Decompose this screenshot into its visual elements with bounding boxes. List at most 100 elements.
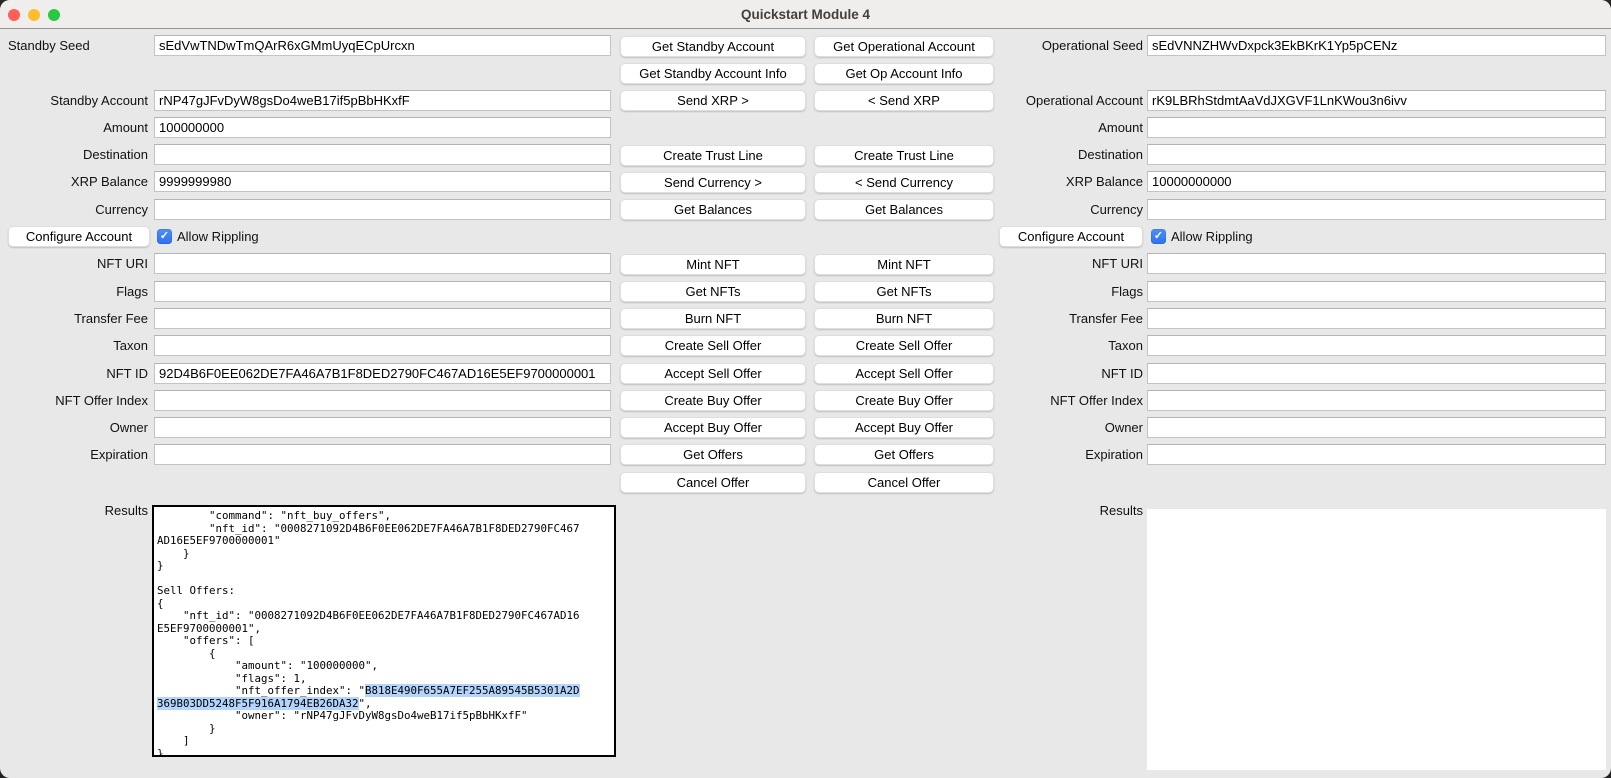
standby-destination-label: Destination: [0, 144, 148, 165]
operational-nft-uri-input[interactable]: [1147, 253, 1606, 274]
get-offers-standby-button[interactable]: Get Offers: [620, 444, 806, 465]
allow-rippling-standby-checkbox[interactable]: ✓: [157, 229, 172, 244]
operational-nft-id-input[interactable]: [1147, 363, 1606, 384]
operational-results-label: Results: [993, 500, 1143, 521]
cancel-offer-standby-button[interactable]: Cancel Offer: [620, 472, 806, 493]
operational-account-label: Operational Account: [993, 90, 1143, 111]
create-buy-offer-standby-button[interactable]: Create Buy Offer: [620, 390, 806, 411]
operational-amount-input[interactable]: [1147, 117, 1606, 138]
standby-expiration-input[interactable]: [154, 444, 611, 465]
get-offers-operational-button[interactable]: Get Offers: [814, 444, 994, 465]
checkmark-icon: ✓: [157, 229, 172, 244]
accept-sell-offer-standby-button[interactable]: Accept Sell Offer: [620, 363, 806, 384]
cancel-offer-operational-button[interactable]: Cancel Offer: [814, 472, 994, 493]
standby-destination-input[interactable]: [154, 144, 611, 165]
standby-amount-input[interactable]: [154, 117, 611, 138]
get-operational-account-button[interactable]: Get Operational Account: [814, 36, 994, 57]
accept-buy-offer-operational-button[interactable]: Accept Buy Offer: [814, 417, 994, 438]
standby-owner-input[interactable]: [154, 417, 611, 438]
operational-xrp-balance-label: XRP Balance: [993, 171, 1143, 192]
standby-expiration-label: Expiration: [0, 444, 148, 465]
operational-destination-input[interactable]: [1147, 144, 1606, 165]
mint-nft-standby-button[interactable]: Mint NFT: [620, 254, 806, 275]
standby-nft-offer-index-input[interactable]: [154, 390, 611, 411]
operational-taxon-input[interactable]: [1147, 335, 1606, 356]
allow-rippling-standby-label: Allow Rippling: [177, 226, 259, 247]
operational-results-textarea[interactable]: [1147, 509, 1606, 770]
burn-nft-standby-button[interactable]: Burn NFT: [620, 308, 806, 329]
send-currency-standby-button[interactable]: Send Currency >: [620, 172, 806, 193]
create-sell-offer-operational-button[interactable]: Create Sell Offer: [814, 335, 994, 356]
standby-amount-label: Amount: [0, 117, 148, 138]
standby-taxon-label: Taxon: [0, 335, 148, 356]
operational-account-input[interactable]: [1147, 90, 1606, 111]
standby-account-label: Standby Account: [0, 90, 148, 111]
standby-seed-input[interactable]: [154, 35, 611, 56]
standby-results-textarea[interactable]: "command": "nft_buy_offers", "nft_id": "…: [152, 505, 616, 757]
standby-nft-uri-input[interactable]: [154, 253, 611, 274]
get-balances-standby-button[interactable]: Get Balances: [620, 199, 806, 220]
burn-nft-operational-button[interactable]: Burn NFT: [814, 308, 994, 329]
checkmark-icon: ✓: [1151, 229, 1166, 244]
standby-results-label: Results: [0, 500, 148, 521]
operational-transfer-fee-label: Transfer Fee: [993, 308, 1143, 329]
operational-flags-input[interactable]: [1147, 281, 1606, 302]
operational-nft-offer-index-input[interactable]: [1147, 390, 1606, 411]
standby-currency-label: Currency: [0, 199, 148, 220]
get-balances-operational-button[interactable]: Get Balances: [814, 199, 994, 220]
create-buy-offer-operational-button[interactable]: Create Buy Offer: [814, 390, 994, 411]
operational-destination-label: Destination: [993, 144, 1143, 165]
standby-xrp-balance-input[interactable]: [154, 171, 611, 192]
standby-owner-label: Owner: [0, 417, 148, 438]
get-op-account-info-button[interactable]: Get Op Account Info: [814, 63, 994, 84]
configure-account-standby-button[interactable]: Configure Account: [8, 226, 150, 247]
get-standby-account-info-button[interactable]: Get Standby Account Info: [620, 63, 806, 84]
standby-flags-label: Flags: [0, 281, 148, 302]
operational-flags-label: Flags: [993, 281, 1143, 302]
create-sell-offer-standby-button[interactable]: Create Sell Offer: [620, 335, 806, 356]
operational-currency-input[interactable]: [1147, 199, 1606, 220]
operational-seed-input[interactable]: [1147, 35, 1606, 56]
standby-seed-label: Standby Seed: [0, 35, 148, 56]
standby-nft-id-label: NFT ID: [0, 363, 148, 384]
standby-transfer-fee-label: Transfer Fee: [0, 308, 148, 329]
operational-nft-uri-label: NFT URI: [993, 253, 1143, 274]
operational-expiration-label: Expiration: [993, 444, 1143, 465]
standby-xrp-balance-label: XRP Balance: [0, 171, 148, 192]
mint-nft-operational-button[interactable]: Mint NFT: [814, 254, 994, 275]
standby-account-input[interactable]: [154, 90, 611, 111]
operational-seed-label: Operational Seed: [993, 35, 1143, 56]
get-nfts-standby-button[interactable]: Get NFTs: [620, 281, 806, 302]
get-nfts-operational-button[interactable]: Get NFTs: [814, 281, 994, 302]
allow-rippling-operational-label: Allow Rippling: [1171, 226, 1253, 247]
operational-taxon-label: Taxon: [993, 335, 1143, 356]
operational-owner-input[interactable]: [1147, 417, 1606, 438]
allow-rippling-operational-checkbox[interactable]: ✓: [1151, 229, 1166, 244]
standby-flags-input[interactable]: [154, 281, 611, 302]
accept-sell-offer-operational-button[interactable]: Accept Sell Offer: [814, 363, 994, 384]
operational-nft-id-label: NFT ID: [993, 363, 1143, 384]
get-standby-account-button[interactable]: Get Standby Account: [620, 36, 806, 57]
operational-transfer-fee-input[interactable]: [1147, 308, 1606, 329]
standby-transfer-fee-input[interactable]: [154, 308, 611, 329]
standby-results-text: "command": "nft_buy_offers", "nft_id": "…: [154, 507, 614, 757]
standby-taxon-input[interactable]: [154, 335, 611, 356]
accept-buy-offer-standby-button[interactable]: Accept Buy Offer: [620, 417, 806, 438]
send-xrp-standby-button[interactable]: Send XRP >: [620, 90, 806, 111]
operational-nft-offer-index-label: NFT Offer Index: [993, 390, 1143, 411]
standby-currency-input[interactable]: [154, 199, 611, 220]
create-trust-line-standby-button[interactable]: Create Trust Line: [620, 145, 806, 166]
standby-nft-id-input[interactable]: [154, 363, 611, 384]
send-currency-operational-button[interactable]: < Send Currency: [814, 172, 994, 193]
operational-owner-label: Owner: [993, 417, 1143, 438]
app-window: Quickstart Module 4 Standby Seed Standby…: [0, 0, 1611, 778]
send-xrp-operational-button[interactable]: < Send XRP: [814, 90, 994, 111]
standby-nft-offer-index-label: NFT Offer Index: [0, 390, 148, 411]
configure-account-operational-button[interactable]: Configure Account: [999, 226, 1143, 247]
standby-nft-uri-label: NFT URI: [0, 253, 148, 274]
operational-currency-label: Currency: [993, 199, 1143, 220]
create-trust-line-operational-button[interactable]: Create Trust Line: [814, 145, 994, 166]
operational-expiration-input[interactable]: [1147, 444, 1606, 465]
operational-amount-label: Amount: [993, 117, 1143, 138]
operational-xrp-balance-input[interactable]: [1147, 171, 1606, 192]
